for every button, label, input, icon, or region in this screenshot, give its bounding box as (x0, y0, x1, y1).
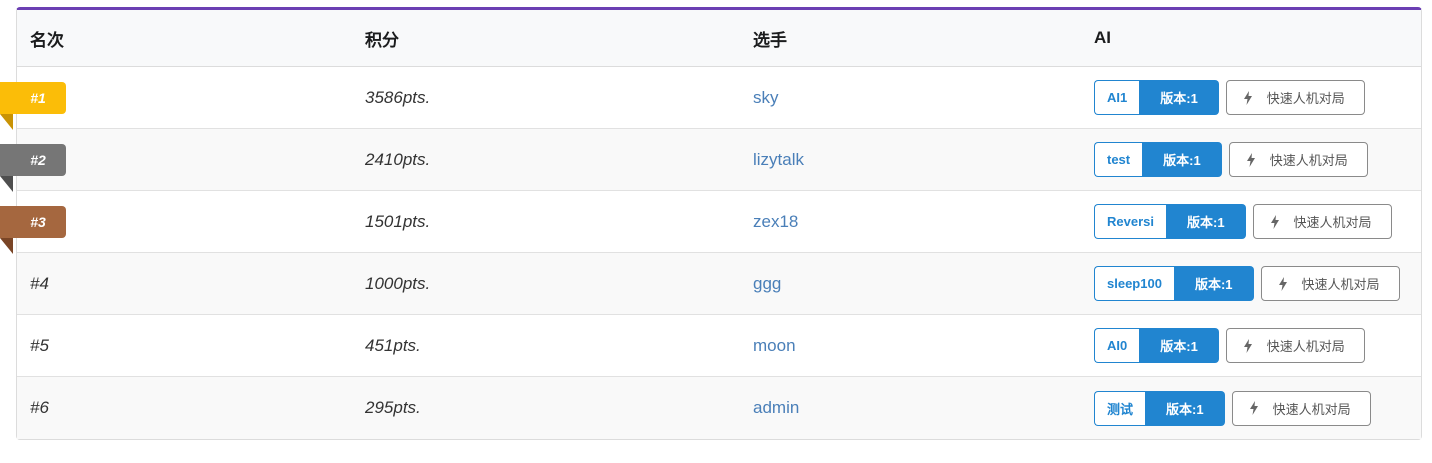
ai-version-button[interactable]: 版本:1 (1139, 328, 1219, 363)
lightning-bolt-icon (1246, 152, 1255, 167)
ai-name-label: Reversi (1094, 204, 1166, 239)
header-ai: AI (1094, 28, 1111, 47)
quick-play-label: 快速人机对局 (1272, 401, 1351, 417)
ai-version-button[interactable]: 版本:1 (1173, 266, 1254, 301)
lightning-bolt-icon (1243, 90, 1252, 105)
quick-play-button[interactable]: 快速人机对局 (1228, 142, 1368, 177)
rank-ribbon-bronze: #3 (0, 206, 66, 254)
quick-play-label: 快速人机对局 (1293, 215, 1372, 230)
ai-version-group: AI0 版本:1 (1094, 328, 1219, 363)
quick-play-button[interactable]: 快速人机对局 (1260, 266, 1400, 301)
rank-label: #6 (30, 398, 49, 417)
ai-name-label: AI1 (1094, 80, 1140, 115)
score-value: 1000pts. (365, 273, 431, 293)
ai-version-group: Reversi 版本:1 (1094, 204, 1246, 239)
player-link[interactable]: admin (753, 398, 799, 418)
ai-version-group: 测试 版本:1 (1094, 390, 1225, 426)
lightning-bolt-icon (1278, 276, 1287, 291)
ribbon-fold (0, 114, 13, 130)
ribbon-fold (0, 238, 13, 254)
leaderboard-table: 名次 积分 选手 AI #1 3586pts. sky AI1 版本:1 快速人… (0, 7, 1422, 440)
header-rank: 名次 (30, 30, 64, 50)
quick-play-button[interactable]: 快速人机对局 (1231, 390, 1371, 426)
score-value: 451pts. (365, 335, 421, 355)
rank-label: #1 (30, 90, 46, 106)
ribbon-fold (0, 176, 13, 192)
quick-play-label: 快速人机对局 (1266, 91, 1345, 106)
ai-name-label: AI0 (1094, 328, 1140, 363)
table-row: #2 2410pts. lizytalk test 版本:1 快速人机对局 (0, 129, 1421, 192)
score-value: 3586pts. (365, 87, 431, 107)
rank-label: #5 (30, 335, 49, 355)
ai-version-group: AI1 版本:1 (1094, 80, 1219, 115)
header-player: 选手 (753, 30, 787, 50)
ai-name-label: sleep100 (1094, 266, 1174, 301)
table-row: #6 295pts. admin 测试 版本:1 快速人机对局 (17, 377, 1421, 439)
header-score: 积分 (365, 30, 399, 50)
player-link[interactable]: zex18 (753, 212, 798, 232)
rank-label: #2 (30, 152, 46, 168)
ai-name-label: test (1094, 142, 1143, 177)
ai-version-group: test 版本:1 (1094, 142, 1222, 177)
score-value: 1501pts. (365, 211, 431, 231)
quick-play-button[interactable]: 快速人机对局 (1252, 204, 1392, 239)
rank-label: #3 (30, 214, 46, 230)
lightning-bolt-icon (1243, 338, 1252, 353)
ai-version-button[interactable]: 版本:1 (1145, 390, 1225, 426)
rank-ribbon-silver: #2 (0, 144, 66, 192)
table-row: #1 3586pts. sky AI1 版本:1 快速人机对局 (0, 67, 1421, 130)
table-row: #5 451pts. moon AI0 版本:1 快速人机对局 (17, 315, 1421, 377)
score-value: 2410pts. (365, 149, 431, 169)
player-link[interactable]: ggg (753, 274, 781, 294)
ai-version-group: sleep100 版本:1 (1094, 266, 1254, 301)
score-value: 295pts. (365, 398, 421, 417)
quick-play-label: 快速人机对局 (1266, 339, 1345, 354)
table-row: #4 1000pts. ggg sleep100 版本:1 快速人机对局 (17, 253, 1421, 315)
lightning-bolt-icon (1249, 401, 1258, 415)
player-link[interactable]: lizytalk (753, 150, 804, 170)
lightning-bolt-icon (1270, 214, 1279, 229)
quick-play-label: 快速人机对局 (1301, 277, 1380, 292)
ai-version-button[interactable]: 版本:1 (1165, 204, 1246, 239)
table-header: 名次 积分 选手 AI (17, 10, 1421, 67)
rank-ribbon-gold: #1 (0, 82, 66, 130)
ai-name-label: 测试 (1094, 390, 1146, 426)
ai-version-button[interactable]: 版本:1 (1139, 80, 1219, 115)
quick-play-label: 快速人机对局 (1269, 153, 1348, 168)
ai-version-button[interactable]: 版本:1 (1142, 142, 1222, 177)
rank-label: #4 (30, 273, 49, 293)
player-link[interactable]: moon (753, 336, 796, 356)
table-row: #3 1501pts. zex18 Reversi 版本:1 快速人机对局 (0, 191, 1421, 254)
quick-play-button[interactable]: 快速人机对局 (1225, 328, 1365, 363)
player-link[interactable]: sky (753, 88, 779, 108)
quick-play-button[interactable]: 快速人机对局 (1225, 80, 1365, 115)
